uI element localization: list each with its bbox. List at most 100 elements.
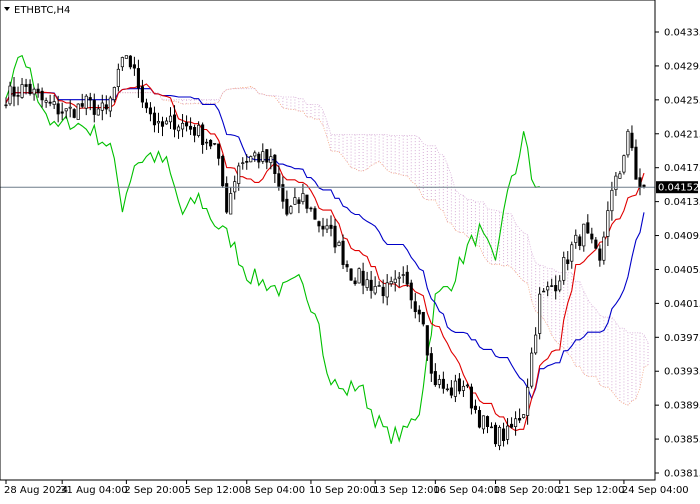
candle-body [293, 197, 297, 205]
candle-body [257, 153, 261, 163]
candle-body [277, 173, 281, 187]
candle-body [60, 111, 64, 114]
candle-body [562, 257, 566, 281]
y-tick-label: 0.04335 [664, 28, 700, 39]
candle-body [333, 225, 337, 248]
candle [289, 204, 293, 215]
candle-body [48, 101, 52, 104]
candle-body [88, 97, 92, 101]
candle-body [120, 57, 124, 68]
candle [313, 206, 317, 220]
candle [626, 129, 630, 158]
candle-body [538, 293, 542, 334]
candle-body [205, 141, 209, 144]
candle-body [124, 55, 128, 59]
symbol-header[interactable]: ETHBTC,H4 [4, 5, 70, 16]
candle-body [112, 87, 116, 101]
candle-body [514, 418, 518, 427]
candle-body [176, 126, 181, 132]
y-tick-label: 0.04175 [664, 163, 700, 174]
candle-body [405, 271, 409, 285]
candle-body [225, 183, 229, 213]
candle-body [100, 102, 104, 111]
candle-body [261, 151, 265, 162]
candle [493, 422, 498, 447]
candle-body [44, 100, 48, 103]
candle [221, 154, 225, 188]
candle-body [193, 127, 197, 136]
candle-body [425, 325, 429, 356]
candle-body [24, 84, 28, 87]
candle-body [144, 102, 148, 109]
candle-body [185, 122, 189, 127]
candle-body [80, 103, 84, 107]
candle [124, 55, 128, 59]
candle-body [518, 418, 522, 421]
candle-body [84, 95, 88, 109]
candle-body [148, 107, 153, 115]
candle-body [433, 371, 437, 386]
candle-body [393, 278, 397, 283]
candle-body [546, 286, 550, 291]
candle-body [441, 378, 445, 389]
candle-body [104, 104, 108, 110]
candle-body [28, 83, 32, 95]
x-tick-label: 18 Sep 20:00 [494, 485, 561, 496]
candle-body [506, 425, 510, 440]
candle-body [602, 236, 606, 261]
candle-body [610, 189, 614, 212]
candle-body [461, 385, 465, 391]
candle-body [349, 268, 353, 281]
candle-body [20, 84, 24, 98]
candle-body [526, 386, 530, 416]
candle-body [401, 274, 405, 276]
candle-body [128, 55, 132, 68]
candle-body [630, 132, 634, 149]
candle-body [558, 280, 562, 291]
candle-body [16, 95, 20, 97]
symbol-label[interactable]: ETHBTC,H4 [14, 5, 70, 16]
candle-body [502, 428, 506, 442]
candle-body [409, 282, 413, 301]
candle-body [189, 125, 193, 130]
candle-body [493, 424, 498, 445]
candle-body [582, 223, 586, 247]
candle-body [132, 64, 136, 69]
candle-body [465, 384, 469, 387]
candle-body [217, 143, 221, 159]
y-tick-label: 0.04295 [664, 61, 700, 72]
x-tick-label: 16 Sep 04:00 [433, 485, 500, 496]
candle-body [245, 160, 249, 163]
candle-body [241, 162, 245, 165]
candle-body [229, 193, 233, 215]
candle-body [201, 124, 205, 145]
candle-body [156, 121, 161, 124]
x-tick-label: 31 Aug 04:00 [60, 485, 127, 496]
candle-body [172, 114, 177, 130]
candle-body [530, 352, 534, 387]
candle-body [108, 97, 112, 112]
candle-body [554, 285, 558, 292]
candle-body [8, 85, 12, 105]
y-tick-label: 0.04055 [664, 265, 700, 276]
candle-body [140, 86, 144, 103]
candle-body [152, 112, 157, 126]
candle-body [586, 222, 590, 234]
y-tick-label: 0.03815 [664, 469, 700, 480]
candle-body [385, 282, 389, 298]
candle-body [365, 279, 369, 288]
candle [249, 155, 253, 163]
y-tick-label: 0.03935 [664, 367, 700, 378]
candle-body [626, 130, 630, 156]
candle-body [4, 104, 8, 107]
candle-body [634, 146, 638, 180]
candle-body [437, 379, 441, 385]
candle [357, 267, 361, 284]
y-tick-label: 0.04015 [664, 299, 700, 310]
y-tick-label: 0.03975 [664, 333, 700, 344]
y-tick-label: 0.04215 [664, 129, 700, 140]
candle [76, 103, 80, 120]
candle-body [309, 207, 313, 210]
candle-body [397, 276, 401, 279]
candle-body [341, 240, 345, 265]
